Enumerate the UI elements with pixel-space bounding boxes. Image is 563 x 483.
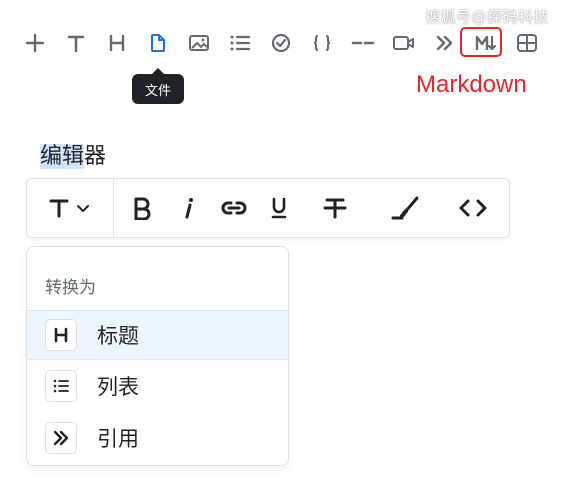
convert-menu-header: 转换为 bbox=[45, 278, 96, 298]
highlight-icon[interactable] bbox=[389, 193, 423, 223]
markdown-highlight-box bbox=[460, 27, 502, 57]
quote-icon[interactable] bbox=[430, 28, 460, 58]
text-style-dropdown[interactable] bbox=[43, 193, 97, 223]
file-tooltip: 文件 bbox=[132, 68, 184, 104]
format-toolbar bbox=[26, 178, 510, 238]
italic-icon[interactable] bbox=[175, 193, 201, 223]
markdown-annotation-label: Markdown bbox=[416, 71, 527, 98]
menu-item-label: 标题 bbox=[97, 324, 139, 348]
heading-icon[interactable] bbox=[102, 28, 132, 58]
menu-item-label: 列表 bbox=[97, 375, 139, 399]
list-icon bbox=[45, 370, 77, 402]
underline-icon[interactable] bbox=[265, 193, 293, 223]
menu-item-heading[interactable]: 标题 bbox=[27, 310, 288, 360]
heading-icon bbox=[45, 319, 77, 351]
file-icon[interactable] bbox=[143, 28, 173, 58]
menu-item-quote[interactable]: 引用 bbox=[27, 413, 288, 463]
table-icon[interactable] bbox=[512, 28, 542, 58]
strikethrough-icon[interactable] bbox=[319, 193, 351, 223]
image-icon[interactable] bbox=[184, 28, 214, 58]
quote-icon bbox=[45, 422, 77, 454]
todo-icon[interactable] bbox=[266, 28, 296, 58]
menu-item-list[interactable]: 列表 bbox=[27, 361, 288, 411]
add-icon[interactable] bbox=[20, 28, 50, 58]
unselected-text[interactable]: 器 bbox=[84, 144, 106, 169]
code-block-icon[interactable] bbox=[307, 28, 337, 58]
editor-content[interactable]: 编辑器 bbox=[40, 138, 106, 170]
format-divider bbox=[113, 179, 114, 237]
watermark: 搜狐号@探码科技 bbox=[424, 8, 549, 26]
menu-item-label: 引用 bbox=[97, 427, 139, 451]
convert-menu: 转换为 标题 列表 引用 bbox=[26, 246, 289, 466]
divider-icon[interactable] bbox=[348, 28, 378, 58]
link-icon[interactable] bbox=[217, 193, 251, 223]
text-icon[interactable] bbox=[61, 28, 91, 58]
code-icon[interactable] bbox=[455, 193, 491, 223]
selected-text[interactable]: 编辑 bbox=[40, 144, 85, 169]
list-icon[interactable] bbox=[225, 28, 255, 58]
video-icon[interactable] bbox=[389, 28, 419, 58]
bold-icon[interactable] bbox=[127, 193, 157, 223]
